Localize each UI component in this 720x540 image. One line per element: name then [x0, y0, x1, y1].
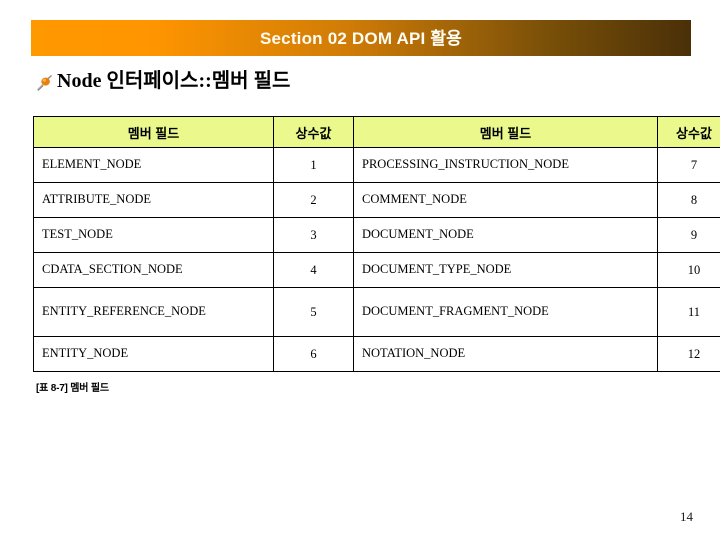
cell-field-2: PROCESSING_INSTRUCTION_NODE [353, 147, 658, 183]
section-banner: Section 02 DOM API 활용 [31, 20, 691, 56]
page-number: 14 [680, 509, 693, 524]
cell-text: NOTATION_NODE [362, 346, 466, 361]
cell-field-1: ENTITY_REFERENCE_NODE [33, 287, 274, 337]
column-header-value-2: 상수값 [657, 116, 720, 148]
table-row: ELEMENT_NODE 1 PROCESSING_INSTRUCTION_NO… [33, 147, 720, 183]
table-row: CDATA_SECTION_NODE 4 DOCUMENT_TYPE_NODE … [33, 252, 720, 288]
column-header-field-2: 멤버 필드 [353, 116, 658, 148]
cell-field-1: TEST_NODE [33, 217, 274, 253]
cell-value-1: 5 [273, 287, 354, 337]
slide-canvas: Section 02 DOM API 활용 Node 인터페이스::멤버 필드 … [0, 0, 720, 540]
table-body: ELEMENT_NODE 1 PROCESSING_INSTRUCTION_NO… [33, 147, 720, 372]
slide-heading: Node 인터페이스::멤버 필드 [34, 66, 290, 96]
cell-field-1: CDATA_SECTION_NODE [33, 252, 274, 288]
cell-text: COMMENT_NODE [362, 192, 467, 207]
cell-value-2: 8 [657, 182, 720, 218]
slide-heading-text: Node 인터페이스::멤버 필드 [57, 70, 291, 92]
column-header-field-1: 멤버 필드 [33, 116, 274, 148]
node-member-field-table: 멤버 필드 상수값 멤버 필드 상수값 ELEMENT_NODE 1 PROCE… [33, 116, 720, 372]
cell-text: ENTITY_NODE [42, 346, 129, 361]
cell-text: DOCUMENT_FRAGMENT_NODE [362, 304, 549, 319]
cell-text: ELEMENT_NODE [42, 157, 142, 172]
cell-text: PROCESSING_INSTRUCTION_NODE [362, 157, 569, 172]
column-header-value-1: 상수값 [273, 116, 354, 148]
cell-value-2: 12 [657, 336, 720, 372]
table-header-row: 멤버 필드 상수값 멤버 필드 상수값 [33, 116, 720, 148]
cell-field-2: COMMENT_NODE [353, 182, 658, 218]
cell-field-2: NOTATION_NODE [353, 336, 658, 372]
cell-value-1: 4 [273, 252, 354, 288]
cell-value-2: 11 [657, 287, 720, 337]
cell-field-2: DOCUMENT_TYPE_NODE [353, 252, 658, 288]
cell-value-2: 10 [657, 252, 720, 288]
cell-value-1: 6 [273, 336, 354, 372]
cell-value-2: 9 [657, 217, 720, 253]
table-row: ENTITY_NODE 6 NOTATION_NODE 12 [33, 336, 720, 372]
cell-value-1: 1 [273, 147, 354, 183]
cell-text: TEST_NODE [42, 227, 113, 242]
cell-text: ENTITY_REFERENCE_NODE [42, 304, 206, 319]
cell-value-1: 2 [273, 182, 354, 218]
pushpin-icon [34, 72, 54, 92]
section-banner-title: Section 02 DOM API 활용 [259, 28, 463, 48]
cell-text: DOCUMENT_NODE [362, 227, 474, 242]
table-row: ENTITY_REFERENCE_NODE 5 DOCUMENT_FRAGMEN… [33, 287, 720, 337]
cell-field-1: ATTRIBUTE_NODE [33, 182, 274, 218]
cell-field-2: DOCUMENT_FRAGMENT_NODE [353, 287, 658, 337]
cell-field-1: ENTITY_NODE [33, 336, 274, 372]
table-row: ATTRIBUTE_NODE 2 COMMENT_NODE 8 [33, 182, 720, 218]
table-row: TEST_NODE 3 DOCUMENT_NODE 9 [33, 217, 720, 253]
cell-field-2: DOCUMENT_NODE [353, 217, 658, 253]
table-header: 멤버 필드 상수값 멤버 필드 상수값 [33, 116, 720, 148]
cell-field-1: ELEMENT_NODE [33, 147, 274, 183]
table-caption: [표 8-7] 멤버 필드 [36, 383, 109, 394]
cell-value-1: 3 [273, 217, 354, 253]
cell-text: ATTRIBUTE_NODE [42, 192, 152, 207]
cell-text: DOCUMENT_TYPE_NODE [362, 262, 512, 277]
cell-text: CDATA_SECTION_NODE [42, 262, 183, 277]
cell-value-2: 7 [657, 147, 720, 183]
